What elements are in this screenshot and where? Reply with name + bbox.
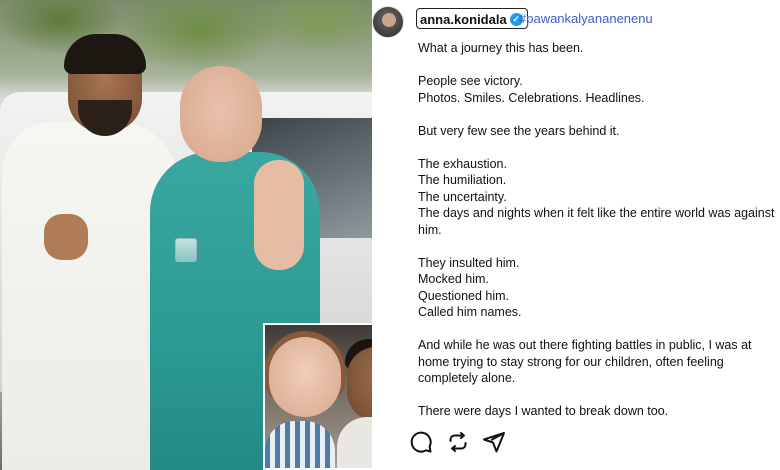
caption-line: Photos. Smiles. Celebrations. Headlines.	[418, 90, 645, 105]
hashtag-link[interactable]: #pawankalyananenenu	[519, 11, 653, 26]
post-header: anna.konidala ✓ #pawankalyananenenu	[372, 4, 780, 38]
username-link[interactable]: anna.konidala ✓	[416, 8, 528, 29]
caption-line: And while he was out there fighting batt…	[418, 338, 752, 352]
thumbs-up-hand	[44, 214, 88, 260]
caption-line: The days and nights when it felt like th…	[418, 206, 775, 220]
comment-icon[interactable]	[409, 430, 433, 454]
caption-line: home trying to stay strong for our child…	[418, 354, 724, 369]
caption-line: him.	[418, 222, 442, 237]
username[interactable]: anna.konidala	[420, 12, 507, 27]
post-panel: anna.konidala ✓ #pawankalyananenenu What…	[372, 0, 780, 470]
glass-in-hand	[175, 238, 197, 262]
post-caption: What a journey this has been. People see …	[418, 40, 778, 420]
caption-line: But very few see the years behind it.	[418, 123, 620, 138]
caption-line: The humiliation.	[418, 173, 507, 187]
caption-line: What a journey this has been.	[418, 41, 584, 55]
caption-line: People see victory.	[418, 74, 523, 88]
caption-line: Questioned him.	[418, 288, 510, 303]
caption-line: completely alone.	[418, 371, 516, 385]
post-actions	[372, 418, 780, 470]
caption-line: Mocked him.	[418, 272, 489, 286]
caption-line: They insulted him.	[418, 255, 520, 270]
repost-icon[interactable]	[446, 430, 470, 454]
avatar[interactable]	[372, 6, 404, 38]
share-icon[interactable]	[482, 430, 506, 454]
caption-line: The uncertainty.	[418, 189, 507, 204]
caption-line: The exhaustion.	[418, 156, 507, 171]
caption-line: Called him names.	[418, 305, 522, 319]
